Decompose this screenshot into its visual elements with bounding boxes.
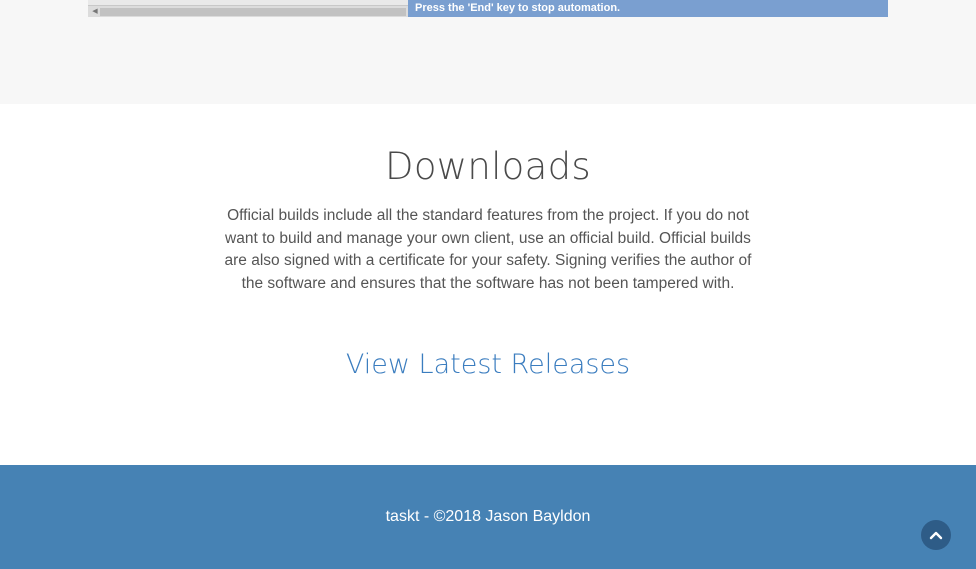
automation-banner: Press the 'End' key to stop automation. bbox=[408, 0, 888, 17]
scroll-left-arrow-icon: ◀ bbox=[92, 8, 98, 15]
back-to-top-button[interactable] bbox=[921, 520, 951, 550]
footer-copyright: taskt - ©2018 Jason Bayldon bbox=[385, 508, 591, 525]
downloads-title: Downloads bbox=[385, 145, 591, 188]
downloads-description: Official builds include all the standard… bbox=[224, 207, 752, 292]
downloads-section: Downloads Official builds include all th… bbox=[0, 104, 976, 465]
scrollbar-thumb bbox=[100, 8, 406, 16]
screenshot-section: ◀ Press the 'End' key to stop automation… bbox=[0, 0, 976, 104]
footer: taskt - ©2018 Jason Bayldon bbox=[0, 465, 976, 569]
view-latest-releases-link[interactable]: View Latest Releases bbox=[0, 345, 976, 385]
app-screenshot-preview: ◀ Press the 'End' key to stop automation… bbox=[88, 0, 888, 17]
horizontal-scrollbar: ◀ bbox=[88, 5, 408, 17]
chevron-up-icon bbox=[929, 531, 943, 540]
